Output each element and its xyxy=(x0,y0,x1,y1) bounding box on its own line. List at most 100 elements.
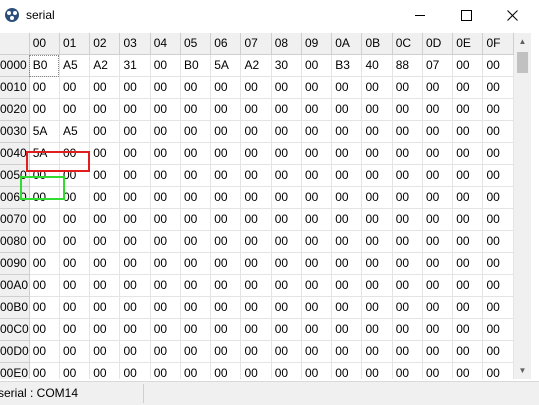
hex-cell[interactable]: 00 xyxy=(59,252,91,275)
hex-cell[interactable]: 00 xyxy=(482,252,514,275)
minimize-button[interactable] xyxy=(397,0,443,31)
hex-cell[interactable]: 00 xyxy=(240,76,272,99)
hex-cell[interactable]: 00 xyxy=(29,208,60,231)
hex-cell[interactable]: 00 xyxy=(301,252,333,275)
hex-cell[interactable]: 00 xyxy=(331,252,363,275)
hex-cell[interactable]: 00 xyxy=(59,208,91,231)
hex-cell[interactable]: A5 xyxy=(59,54,91,77)
hex-cell[interactable]: 00 xyxy=(180,208,212,231)
hex-cell[interactable]: 00 xyxy=(240,252,272,275)
scroll-up-arrow-icon[interactable]: ▲ xyxy=(514,33,531,50)
hex-cell[interactable]: 00 xyxy=(482,340,514,363)
hex-cell[interactable]: 00 xyxy=(119,252,151,275)
hex-cell[interactable]: 00 xyxy=(422,340,454,363)
hex-cell[interactable]: 00 xyxy=(361,208,393,231)
hex-cell[interactable]: 00 xyxy=(422,142,454,165)
hex-cell[interactable]: 00 xyxy=(482,296,514,319)
hex-cell[interactable]: 00 xyxy=(89,230,121,253)
hex-cell[interactable]: 00 xyxy=(240,142,272,165)
hex-cell[interactable]: 00 xyxy=(180,230,212,253)
hex-cell[interactable]: 00 xyxy=(150,230,181,253)
hex-cell[interactable]: 00 xyxy=(180,164,212,187)
vertical-scrollbar[interactable]: ▲ ▼ xyxy=(514,33,531,379)
hex-cell[interactable]: 00 xyxy=(482,120,514,143)
hex-cell[interactable]: 00 xyxy=(29,318,60,341)
hex-cell[interactable]: 00 xyxy=(210,296,242,319)
hex-cell[interactable]: 00 xyxy=(452,76,484,99)
hex-cell[interactable]: 00 xyxy=(301,340,333,363)
hex-cell[interactable]: 00 xyxy=(331,340,363,363)
hex-cell[interactable]: 00 xyxy=(210,120,242,143)
hex-cell[interactable]: 00 xyxy=(89,164,121,187)
hex-cell[interactable]: 00 xyxy=(240,120,272,143)
hex-cell[interactable]: 30 xyxy=(271,54,302,77)
hex-cell[interactable]: 00 xyxy=(422,208,454,231)
hex-cell[interactable]: 00 xyxy=(89,142,121,165)
hex-cell[interactable]: A2 xyxy=(240,54,272,77)
hex-cell[interactable]: 00 xyxy=(331,230,363,253)
hex-cell[interactable]: 00 xyxy=(422,76,454,99)
hex-cell[interactable]: 00 xyxy=(240,230,272,253)
hex-cell[interactable]: 00 xyxy=(361,164,393,187)
hex-cell[interactable]: 00 xyxy=(119,296,151,319)
hex-cell[interactable]: 00 xyxy=(29,362,60,379)
hex-cell[interactable]: 00 xyxy=(452,340,484,363)
hex-cell[interactable]: 00 xyxy=(482,98,514,121)
hex-cell[interactable]: 00 xyxy=(482,76,514,99)
hex-cell[interactable]: 00 xyxy=(59,230,91,253)
hex-cell[interactable]: B3 xyxy=(331,54,363,77)
hex-cell[interactable]: 00 xyxy=(452,142,484,165)
hex-cell[interactable]: 40 xyxy=(361,54,393,77)
hex-cell[interactable]: 00 xyxy=(301,164,333,187)
hex-cell[interactable]: 00 xyxy=(89,274,121,297)
hex-cell[interactable]: 00 xyxy=(301,54,333,77)
hex-cell[interactable]: 00 xyxy=(452,362,484,379)
hex-cell[interactable]: 00 xyxy=(89,362,121,379)
hex-cell[interactable]: 00 xyxy=(361,274,393,297)
title-bar[interactable]: serial xyxy=(0,0,539,31)
hex-cell[interactable]: 00 xyxy=(482,186,514,209)
hex-cell[interactable]: 00 xyxy=(361,76,393,99)
hex-cell[interactable]: 00 xyxy=(361,186,393,209)
hex-cell[interactable]: 00 xyxy=(271,230,302,253)
hex-cell[interactable]: 00 xyxy=(361,98,393,121)
hex-cell[interactable]: 00 xyxy=(150,274,181,297)
hex-cell[interactable]: 00 xyxy=(119,230,151,253)
hex-cell[interactable]: 00 xyxy=(59,274,91,297)
hex-cell[interactable]: 00 xyxy=(301,274,333,297)
hex-cell[interactable]: 00 xyxy=(150,340,181,363)
hex-cell[interactable]: 5A xyxy=(29,120,60,143)
hex-cell[interactable]: 00 xyxy=(240,164,272,187)
hex-cell[interactable]: 00 xyxy=(392,230,423,253)
hex-cell[interactable]: 00 xyxy=(210,340,242,363)
hex-cell[interactable]: 00 xyxy=(180,120,212,143)
hex-cell[interactable]: 00 xyxy=(119,98,151,121)
hex-cell[interactable]: 00 xyxy=(150,252,181,275)
hex-cell[interactable]: 00 xyxy=(89,98,121,121)
hex-cell[interactable]: 00 xyxy=(452,318,484,341)
hex-cell[interactable]: 00 xyxy=(331,362,363,379)
hex-cell[interactable]: 00 xyxy=(422,252,454,275)
hex-cell[interactable]: 00 xyxy=(271,340,302,363)
hex-cell[interactable]: 00 xyxy=(119,208,151,231)
hex-cell[interactable]: 00 xyxy=(271,318,302,341)
hex-cell[interactable]: 00 xyxy=(392,142,423,165)
hex-cell[interactable]: 00 xyxy=(29,98,60,121)
hex-cell[interactable]: 00 xyxy=(89,120,121,143)
hex-cell[interactable]: 00 xyxy=(89,252,121,275)
hex-cell[interactable]: 00 xyxy=(301,142,333,165)
hex-cell[interactable]: 00 xyxy=(301,230,333,253)
hex-cell[interactable]: 00 xyxy=(452,296,484,319)
hex-cell[interactable]: 00 xyxy=(361,142,393,165)
hex-cell[interactable]: 00 xyxy=(150,362,181,379)
close-button[interactable] xyxy=(489,0,535,31)
hex-cell[interactable]: 00 xyxy=(180,186,212,209)
hex-cell[interactable]: 88 xyxy=(392,54,423,77)
hex-cell[interactable]: 00 xyxy=(180,252,212,275)
hex-grid[interactable]: 00 01 02 03 04 05 06 07 08 09 0A 0B 0C 0D 0E 0F 0000 B0 A… xyxy=(0,33,514,379)
hex-cell[interactable]: 00 xyxy=(180,76,212,99)
hex-cell[interactable]: 00 xyxy=(301,208,333,231)
hex-cell[interactable]: 00 xyxy=(240,98,272,121)
hex-cell[interactable]: 00 xyxy=(482,362,514,379)
hex-cell[interactable]: 00 xyxy=(240,362,272,379)
